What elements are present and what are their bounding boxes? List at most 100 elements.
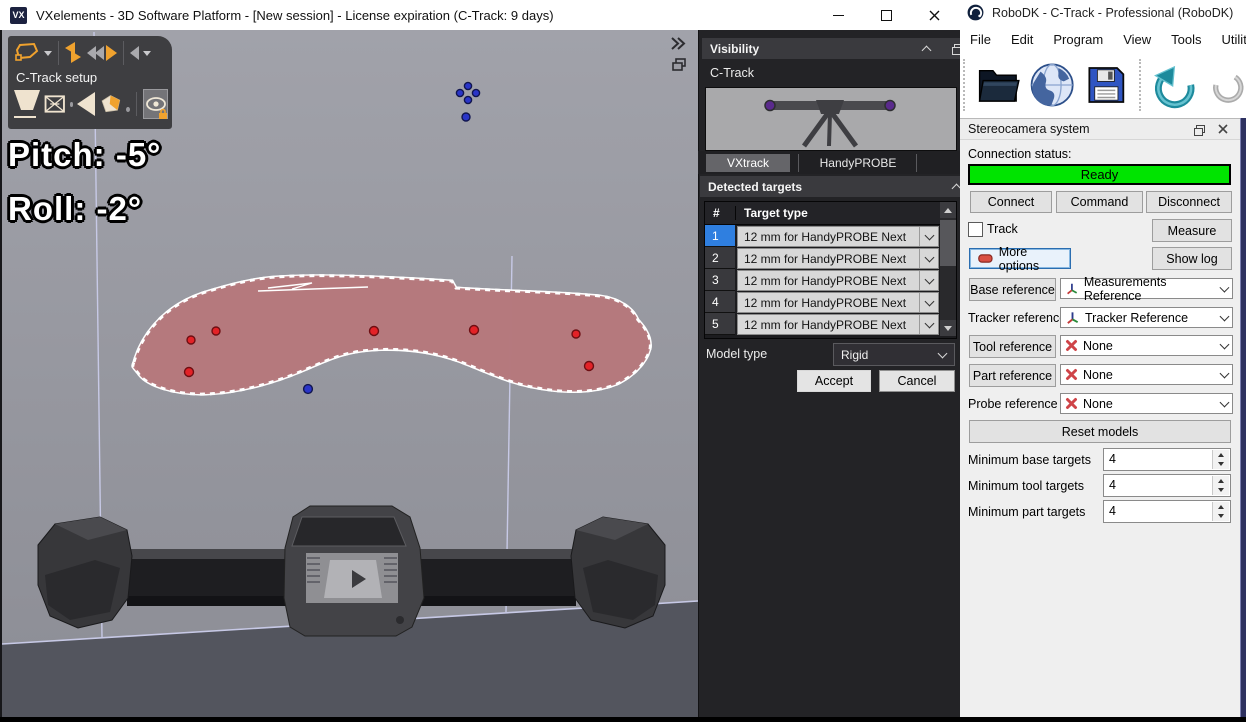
cone-icon[interactable] <box>14 90 40 118</box>
menu-file[interactable]: File <box>960 32 1001 47</box>
history-dropdown-caret[interactable] <box>143 51 151 56</box>
dropdown-chevron-icon[interactable] <box>919 249 938 268</box>
track-checkbox[interactable] <box>968 222 983 237</box>
scrollbar-thumb[interactable] <box>940 220 956 266</box>
target-type-value: 12 mm for HandyPROBE Next <box>738 252 919 266</box>
robodk-3dview-edge <box>1240 118 1246 717</box>
tracker-reference-dropdown[interactable]: Tracker Reference <box>1060 307 1233 328</box>
target-type-value: 12 mm for HandyPROBE Next <box>738 230 919 244</box>
min-base-targets-spinner[interactable]: 4 <box>1103 448 1231 471</box>
menu-edit[interactable]: Edit <box>1001 32 1043 47</box>
base-reference-dropdown[interactable]: Measurements Reference <box>1060 278 1233 299</box>
base-reference-button[interactable]: Base reference <box>969 278 1056 301</box>
flip-targets-icon[interactable] <box>65 42 83 64</box>
cancel-button[interactable]: Cancel <box>879 370 955 392</box>
connection-status-label: Connection status: <box>968 147 1072 161</box>
measurement-volume-icon[interactable] <box>99 90 122 118</box>
table-row[interactable]: 2 12 mm for HandyPROBE Next <box>705 247 956 269</box>
min-part-targets-spinner[interactable]: 4 <box>1103 500 1231 523</box>
measure-button[interactable]: Measure <box>1152 219 1232 242</box>
close-button[interactable] <box>912 0 956 30</box>
maximize-button[interactable] <box>864 0 908 30</box>
tool-reference-button[interactable]: Tool reference <box>969 335 1056 358</box>
dropdown-chevron-icon[interactable] <box>919 271 938 290</box>
robodk-window-title: RoboDK - C-Track - Professional (RoboDK) <box>992 6 1233 20</box>
scroll-down-icon[interactable] <box>940 320 956 336</box>
step-back-icon[interactable] <box>130 46 139 60</box>
row-number: 5 <box>705 313 735 335</box>
dropdown-chevron-icon[interactable] <box>919 293 938 312</box>
show-log-button[interactable]: Show log <box>1152 247 1232 270</box>
spin-up-icon[interactable] <box>1213 502 1229 512</box>
model-type-label: Model type <box>706 347 767 361</box>
detected-targets-section-header[interactable]: Detected targets <box>700 176 972 197</box>
cascade-windows-button[interactable] <box>672 58 685 70</box>
visibility-section-header[interactable]: Visibility <box>702 38 970 59</box>
spin-up-icon[interactable] <box>1213 450 1229 460</box>
model-type-dropdown[interactable]: Rigid <box>833 343 955 366</box>
column-header-type[interactable]: Target type <box>735 206 940 220</box>
visibility-item-label[interactable]: C-Track <box>710 66 754 80</box>
tab-handyprobe[interactable]: HandyPROBE <box>806 154 910 172</box>
menu-tools[interactable]: Tools <box>1161 32 1211 47</box>
reset-models-button[interactable]: Reset models <box>969 420 1231 443</box>
robodk-titlebar: RoboDK - C-Track - Professional (RoboDK) <box>960 0 1246 25</box>
more-options-icon <box>978 254 993 263</box>
collapse-icon[interactable] <box>922 46 932 56</box>
table-row[interactable]: 5 12 mm for HandyPROBE Next <box>705 313 956 335</box>
field-of-view-icon[interactable] <box>77 92 95 116</box>
spin-up-icon[interactable] <box>1213 476 1229 486</box>
frame-axes-icon <box>1065 281 1079 296</box>
open-file-button[interactable] <box>976 61 1022 109</box>
target-type-dropdown[interactable]: 12 mm for HandyPROBE Next <box>737 292 939 313</box>
menu-program[interactable]: Program <box>1043 32 1113 47</box>
dropdown-chevron-icon[interactable] <box>919 227 938 246</box>
command-button[interactable]: Command <box>1056 191 1143 213</box>
redo-button[interactable] <box>1210 60 1246 110</box>
connect-button[interactable]: Connect <box>970 191 1052 213</box>
panel-expand-button[interactable] <box>670 36 686 56</box>
accept-button[interactable]: Accept <box>797 370 871 392</box>
menu-utilities[interactable]: Utilities <box>1212 32 1246 47</box>
table-scrollbar[interactable] <box>940 202 956 336</box>
dropdown-chevron-icon[interactable] <box>919 315 938 334</box>
spin-down-icon[interactable] <box>1213 460 1229 470</box>
visibility-lock-button[interactable] <box>143 89 168 119</box>
probe-reference-dropdown[interactable]: None <box>1060 393 1233 414</box>
selection-lasso-icon[interactable] <box>14 41 40 65</box>
minimize-button[interactable] <box>816 0 860 30</box>
float-panel-icon[interactable] <box>1194 125 1204 134</box>
frustum-icon[interactable] <box>44 92 66 116</box>
more-options-button[interactable]: More options <box>969 248 1071 269</box>
undo-button[interactable] <box>1152 60 1198 110</box>
menu-view[interactable]: View <box>1113 32 1161 47</box>
part-reference-button[interactable]: Part reference <box>969 364 1056 387</box>
table-row[interactable]: 4 12 mm for HandyPROBE Next <box>705 291 956 313</box>
3d-viewport[interactable] <box>2 30 698 717</box>
toolbar-grip[interactable] <box>1139 59 1144 111</box>
tab-vxtrack[interactable]: VXtrack <box>706 154 790 172</box>
open-online-library-button[interactable] <box>1028 58 1076 112</box>
save-station-button[interactable] <box>1084 60 1129 110</box>
target-type-dropdown[interactable]: 12 mm for HandyPROBE Next <box>737 226 939 247</box>
toolbar-grip[interactable] <box>963 59 968 111</box>
toolbar-separator <box>136 92 137 116</box>
table-row[interactable]: 1 12 mm for HandyPROBE Next <box>705 225 956 247</box>
min-tool-targets-spinner[interactable]: 4 <box>1103 474 1231 497</box>
spin-down-icon[interactable] <box>1213 512 1229 522</box>
target-type-dropdown[interactable]: 12 mm for HandyPROBE Next <box>737 248 939 269</box>
previous-next-view-icon[interactable] <box>87 42 117 64</box>
robodk-logo-icon <box>967 4 984 21</box>
target-type-dropdown[interactable]: 12 mm for HandyPROBE Next <box>737 270 939 291</box>
column-header-num[interactable]: # <box>705 206 735 220</box>
scroll-up-icon[interactable] <box>940 202 956 218</box>
target-type-dropdown[interactable]: 12 mm for HandyPROBE Next <box>737 314 939 335</box>
spin-down-icon[interactable] <box>1213 486 1229 496</box>
disconnect-button[interactable]: Disconnect <box>1146 191 1232 213</box>
close-panel-icon[interactable] <box>1218 124 1228 134</box>
stereocamera-panel-titlebar[interactable]: Stereocamera system <box>960 118 1240 140</box>
selection-dropdown-caret[interactable] <box>44 51 52 56</box>
table-row[interactable]: 3 12 mm for HandyPROBE Next <box>705 269 956 291</box>
part-reference-dropdown[interactable]: None <box>1060 364 1233 385</box>
tool-reference-dropdown[interactable]: None <box>1060 335 1233 356</box>
